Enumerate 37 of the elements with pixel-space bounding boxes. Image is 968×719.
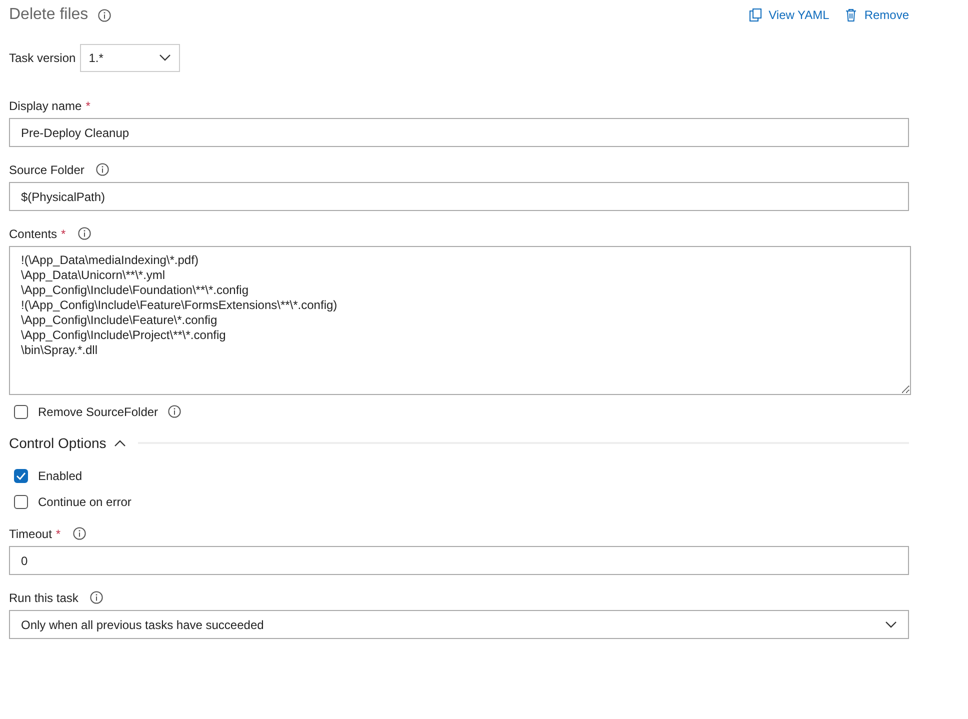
info-icon[interactable] (98, 8, 112, 22)
chevron-icon (114, 439, 126, 447)
checkbox[interactable] (14, 404, 28, 418)
required-marker: * (56, 526, 61, 540)
trash-icon (845, 8, 858, 22)
clipboard-icon (748, 8, 762, 22)
field-label: Contents (9, 226, 58, 240)
checkbox-label: Remove SourceFolder (38, 404, 158, 418)
section-toggle[interactable]: Control Options (9, 435, 126, 451)
task-title: Delete files (9, 6, 88, 24)
dropdown[interactable]: Only when all previous tasks have succeeded (9, 610, 909, 639)
field-label: Task version (9, 51, 76, 65)
info-icon[interactable] (78, 227, 91, 240)
text-field[interactable]: 0 (9, 546, 909, 575)
checkbox-label: Continue on error (38, 494, 132, 508)
info-icon[interactable] (96, 163, 110, 176)
info-icon[interactable] (72, 527, 86, 540)
checkmark-icon (16, 472, 26, 480)
checkbox-label: Enabled (38, 468, 82, 482)
checkbox[interactable] (14, 494, 28, 508)
text-field[interactable]: $(PhysicalPath) (9, 182, 909, 211)
text-area[interactable]: !(\App_Data\mediaIndexing\*.pdf) \App_Data\Unicorn\**\*.yml \App_Config\Include\Foundation\**\*.config !(\App_Config\Include\Feature\FormsExtensions\**\*.config) \App_Config\Include\Feature\*.config \App_Config\Include\Project\**\*.config \bin\Spray.*.dll (9, 246, 911, 395)
info-icon[interactable] (90, 591, 104, 604)
field-label: Display name (9, 98, 82, 112)
text-field[interactable]: Pre-Deploy Cleanup (9, 118, 909, 147)
field-label: Timeout (9, 526, 52, 540)
field-label: Source Folder (9, 162, 84, 176)
field-label: Run this task (9, 590, 78, 604)
required-marker: * (61, 226, 66, 240)
required-marker: * (86, 98, 90, 112)
view-yaml-button[interactable]: View YAML (748, 8, 830, 22)
version-dropdown[interactable]: 1.* (80, 44, 180, 72)
info-icon[interactable] (168, 405, 182, 418)
remove-button[interactable]: Remove (845, 8, 909, 22)
checkbox[interactable] (14, 468, 28, 482)
chevron-icon (885, 620, 897, 628)
chevron-icon (158, 54, 171, 62)
